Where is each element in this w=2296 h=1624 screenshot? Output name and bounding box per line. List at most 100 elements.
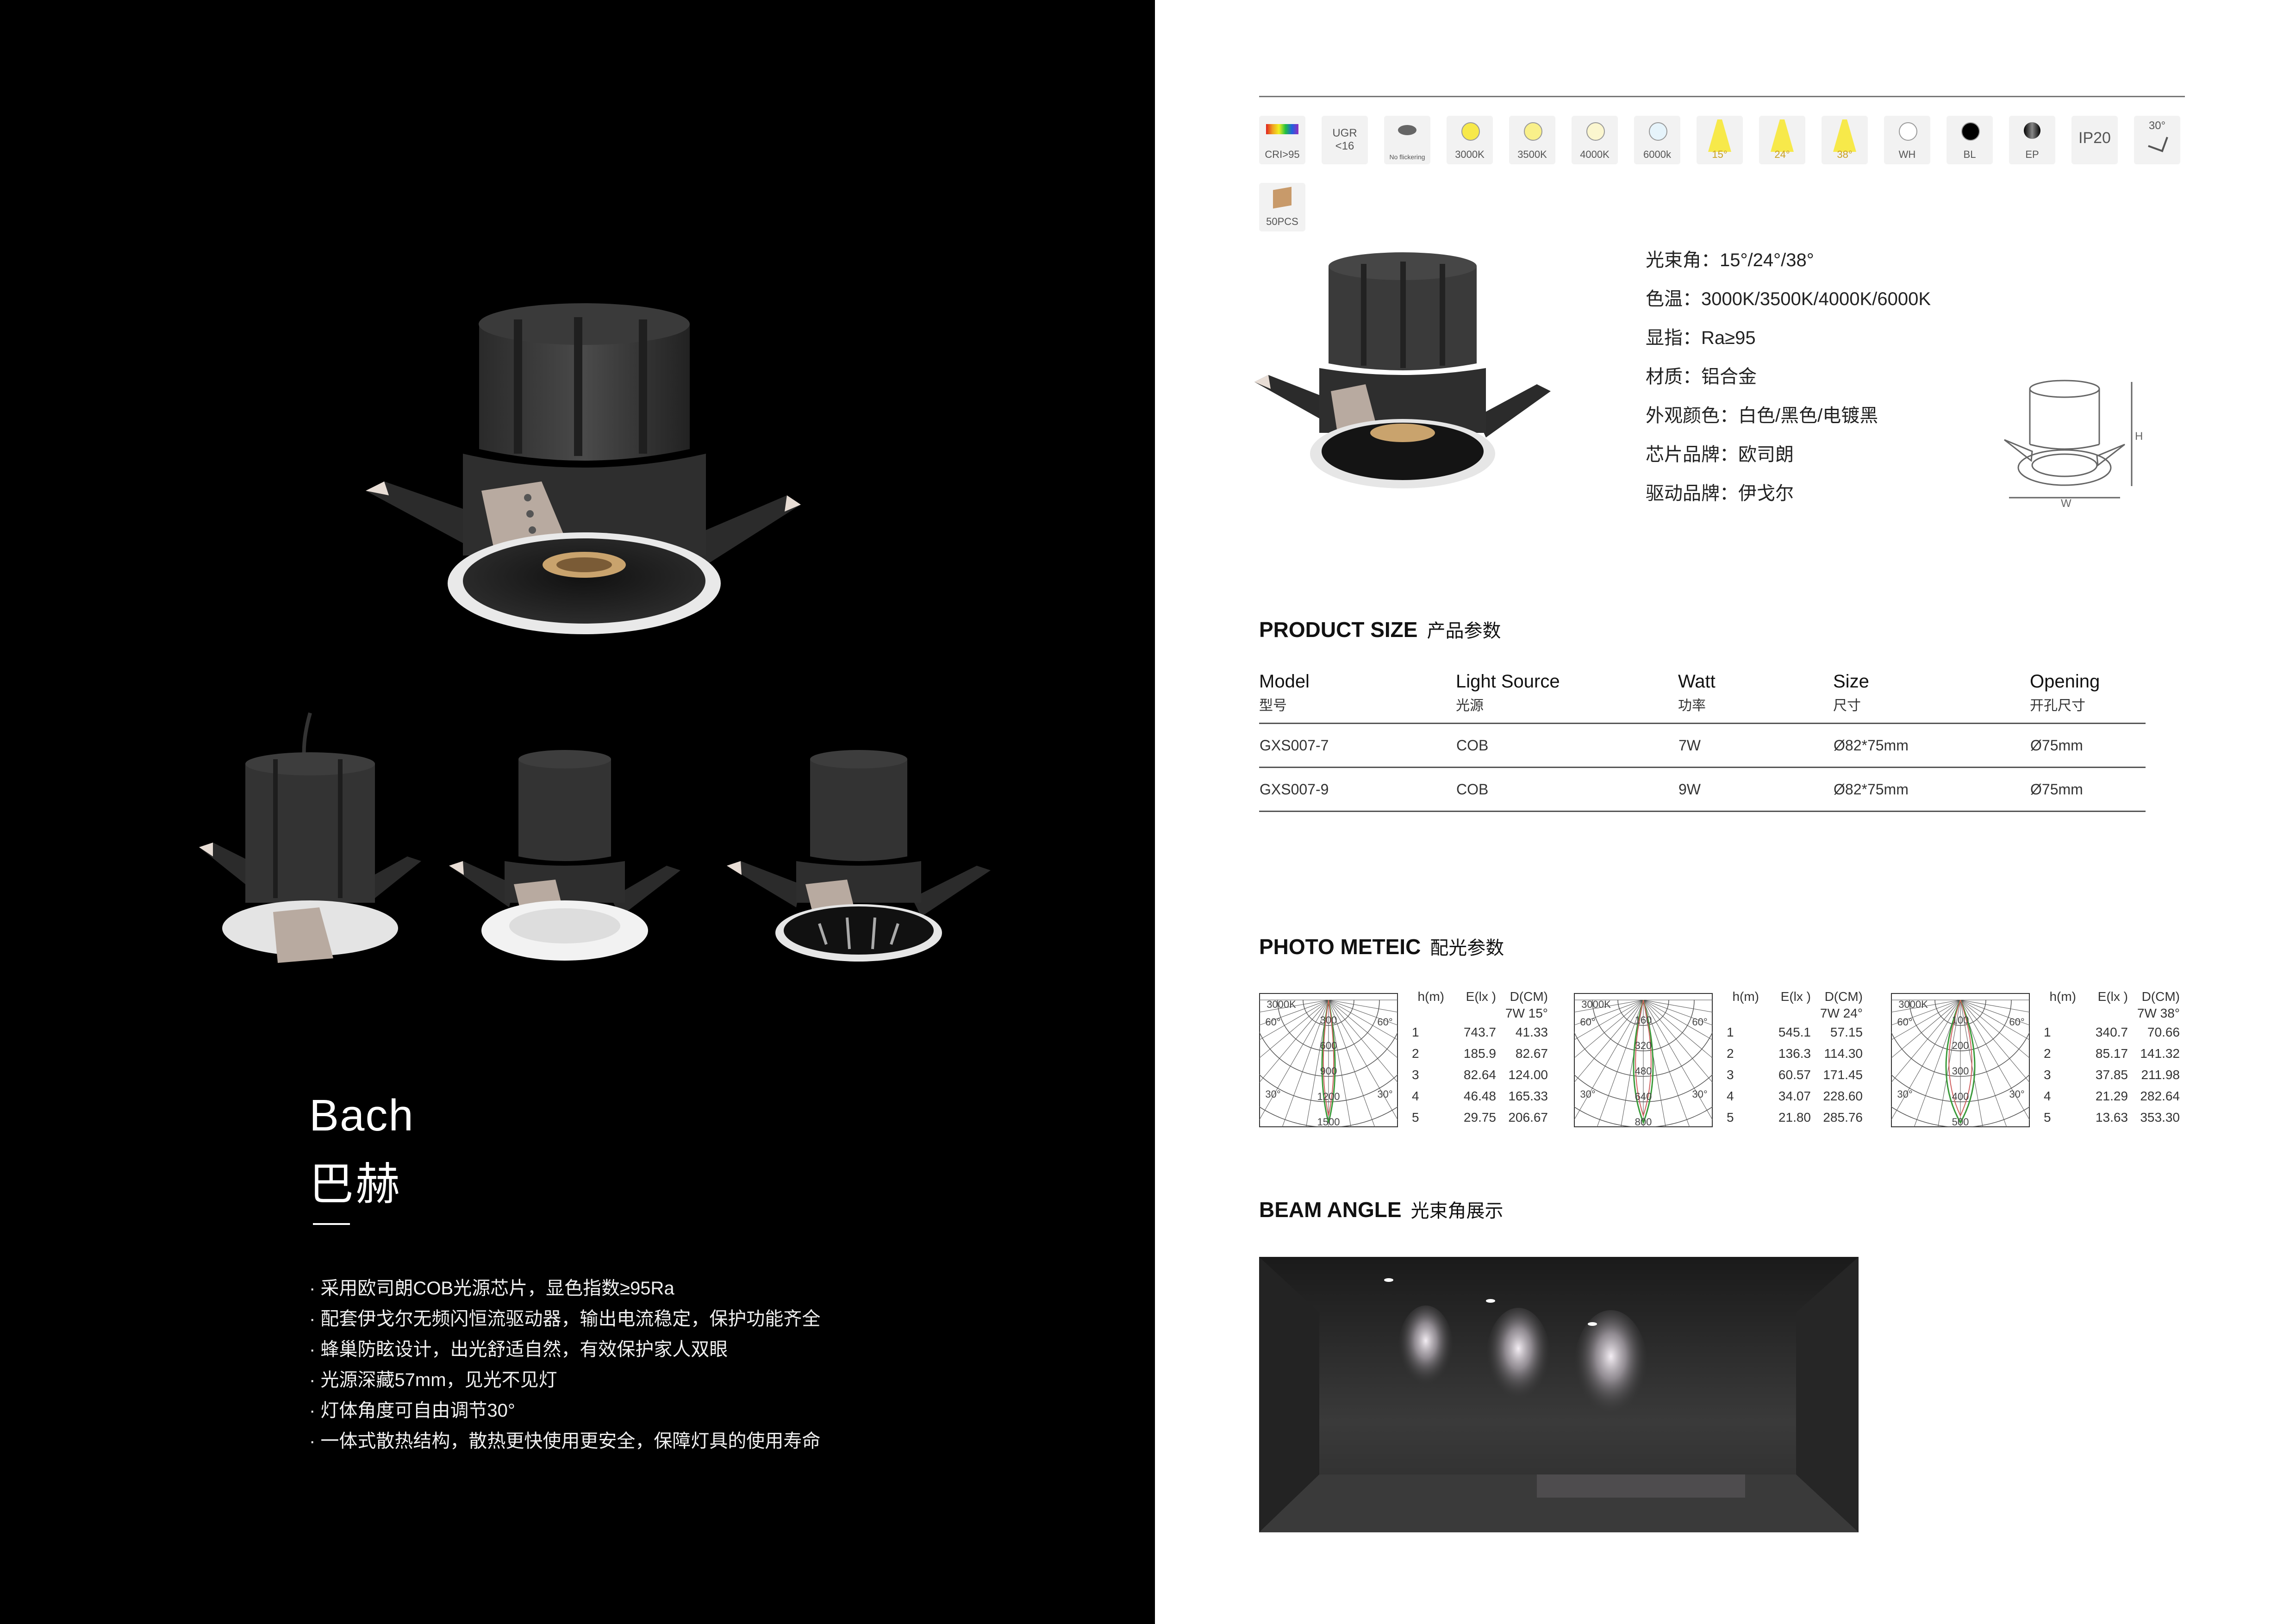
lamp-variant-ep-image (199, 712, 421, 963)
polar-cct-label: 3000K (1898, 999, 1928, 1010)
table-row: GXS007-7 COB 7W Ø82*75mm Ø75mm (1259, 723, 2146, 768)
feature-item: · 灯体角度可自由调节30° (309, 1400, 515, 1421)
color-black-icon: BL (1947, 116, 1993, 164)
title-divider (313, 1223, 350, 1225)
spec-cri: 显指：Ra≥95 (1646, 328, 1756, 348)
polar-angle-label: 30° (1897, 1088, 1912, 1100)
product-photo (1254, 252, 1551, 488)
polar-ring-label: 900 (1320, 1065, 1337, 1077)
polar-ring-label: 200 (1952, 1040, 1969, 1051)
polar-angle-label: 30° (1265, 1088, 1280, 1100)
no-flicker-icon: No flickering (1384, 116, 1430, 164)
color-white-icon: WH (1884, 116, 1930, 164)
photometric-spec: 7W 24° (1820, 1006, 1863, 1020)
photometric-heading: PHOTO METEIC 配光参数 (1259, 935, 1504, 959)
polar-angle-label: 60° (1897, 1016, 1912, 1028)
beam-angle-heading: BEAM ANGLE 光束角展示 (1259, 1198, 1504, 1222)
polar-ring-label: 300 (1952, 1065, 1969, 1077)
beam-15-icon: 15° (1697, 116, 1743, 164)
table-row: 5 21.80 285.76 (1727, 1110, 1863, 1124)
spec-driver-brand: 驱动品牌：伊戈尔 (1646, 483, 1794, 504)
beam-angle-render (1259, 1257, 1859, 1532)
cct-4000k-icon: 4000K (1572, 116, 1618, 164)
polar-ring-label: 480 (1635, 1065, 1652, 1077)
feature-item: · 光源深藏57mm，见光不见灯 (309, 1370, 557, 1390)
col-light-source: Light Source 光源 (1456, 671, 1560, 713)
col-opening: Opening 开孔尺寸 (2030, 671, 2100, 713)
polar-angle-label: 30° (2009, 1088, 2024, 1100)
dimension-width-label: W (2061, 497, 2071, 509)
ugr-icon: UGR <16 (1322, 116, 1368, 164)
photometric-header: D(CM) (2141, 989, 2180, 1004)
feature-item: · 一体式散热结构，散热更快使用更安全，保障灯具的使用寿命 (309, 1431, 821, 1451)
photometric-header: D(CM) (1824, 989, 1863, 1004)
lamp-variant-white-image (449, 750, 680, 961)
photometric-header: E(lx ) (1780, 989, 1811, 1004)
polar-diagram: 3000K 100 200 300 400 500 60° 60° 30° 30° (1891, 993, 2030, 1127)
photometric-table: h(m) E(lx ) D(CM) 7W 24° 1 545.1 57.15 2 136.3 11… (1717, 988, 1866, 1128)
table-row: 4 21.29 282.64 (2044, 1089, 2180, 1103)
dimension-height-label: H (2135, 430, 2143, 443)
product-size-table: Model 型号 Light Source 光源 Watt 功率 Size 尺寸 Ope… (1259, 671, 2146, 812)
polar-angle-label: 30° (1377, 1088, 1392, 1100)
table-row: 3 60.57 171.45 (1727, 1068, 1863, 1082)
polar-ring-label: 160 (1635, 1014, 1652, 1026)
polar-angle-label: 30° (1692, 1088, 1707, 1100)
table-row: 1 340.7 70.66 (2044, 1025, 2180, 1039)
photometric-header: D(CM) (1510, 989, 1548, 1004)
polar-cct-label: 3000K (1267, 999, 1296, 1010)
box-50pcs-icon: 50PCS (1259, 183, 1305, 231)
table-row: GXS007-9 COB 9W Ø82*75mm Ø75mm (1259, 767, 2146, 812)
polar-angle-label: 60° (1580, 1016, 1595, 1028)
table-row: 4 46.48 165.33 (1412, 1089, 1548, 1103)
polar-angle-label: 60° (1265, 1016, 1280, 1028)
photometric-header: E(lx ) (1466, 989, 1496, 1004)
table-row: 3 37.85 211.98 (2044, 1068, 2180, 1082)
feature-list: · 采用欧司朗COB光源芯片，显色指数≥95Ra · 配套伊戈尔无频闪恒流驱动器… (309, 1273, 820, 1456)
hero-lamp-image (366, 303, 801, 634)
spec-material: 材质：铝合金 (1646, 367, 1757, 387)
photometric-header: h(m) (2049, 989, 2076, 1004)
table-row: 2 85.17 141.32 (2044, 1046, 2180, 1061)
polar-ring-label: 800 (1635, 1116, 1652, 1127)
tilt-30-icon: 30° (2134, 116, 2180, 164)
feature-item: · 配套伊戈尔无频闪恒流驱动器，输出电流稳定，保护功能齐全 (309, 1309, 821, 1329)
polar-ring-label: 600 (1320, 1040, 1337, 1051)
photometric-spec: 7W 15° (1505, 1006, 1548, 1020)
lamp-variant-black-image (727, 750, 991, 962)
polar-angle-label: 30° (1580, 1088, 1595, 1100)
polar-ring-label: 100 (1952, 1014, 1969, 1026)
photometric-header: E(lx ) (2097, 989, 2128, 1004)
photometric-table: h(m) E(lx ) D(CM) 7W 38° 1 340.7 70.66 2 85.17 14… (2034, 988, 2183, 1128)
table-row: 1 545.1 57.15 (1727, 1025, 1863, 1039)
polar-diagram: 3000K 160 320 480 640 800 60° 60° 30° 30° (1574, 993, 1713, 1127)
photometric-header: h(m) (1732, 989, 1759, 1004)
col-watt: Watt 功率 (1678, 671, 1716, 713)
polar-ring-label: 1200 (1317, 1091, 1340, 1102)
polar-cct-label: 3000K (1581, 999, 1611, 1010)
col-size: Size 尺寸 (1833, 671, 1869, 713)
polar-ring-label: 320 (1635, 1040, 1652, 1051)
photometric-spec: 7W 38° (2137, 1006, 2180, 1020)
table-row: 2 136.3 114.30 (1727, 1046, 1863, 1061)
cct-3000k-icon: 3000K (1447, 116, 1493, 164)
spec-finish-color: 外观颜色：白色/黑色/电镀黑 (1646, 406, 1878, 426)
left-panel: Bach 巴赫 · 采用欧司朗COB光源芯片，显色指数≥95Ra · 配套伊戈尔… (0, 0, 1155, 1624)
polar-ring-label: 300 (1320, 1014, 1337, 1026)
product-name-en: Bach (309, 1091, 414, 1140)
photometric-table: h(m) E(lx ) D(CM) 7W 15° 1 743.7 41.33 2 185.9 82… (1403, 988, 1551, 1128)
header-rule (1259, 96, 2185, 97)
table-row: 5 13.63 353.30 (2044, 1110, 2180, 1124)
table-row: 4 34.07 228.60 (1727, 1089, 1863, 1103)
cri-icon: CRI>95 (1259, 116, 1305, 164)
table-row: 2 185.9 82.67 (1412, 1046, 1548, 1061)
feature-item: · 蜂巢防眩设计，出光舒适自然，有效保护家人双眼 (309, 1339, 728, 1360)
dimension-drawing: H W (2004, 380, 2143, 509)
col-model: Model 型号 (1259, 671, 1310, 713)
beam-38-icon: 38° (1822, 116, 1868, 164)
polar-ring-label: 1500 (1317, 1116, 1340, 1127)
polar-ring-label: 500 (1952, 1116, 1969, 1127)
polar-diagram: 3000K 300 600 900 1200 1500 60° 60° 30° 30° (1259, 993, 1398, 1127)
beam-24-icon: 24° (1759, 116, 1805, 164)
polar-ring-label: 400 (1952, 1091, 1969, 1102)
